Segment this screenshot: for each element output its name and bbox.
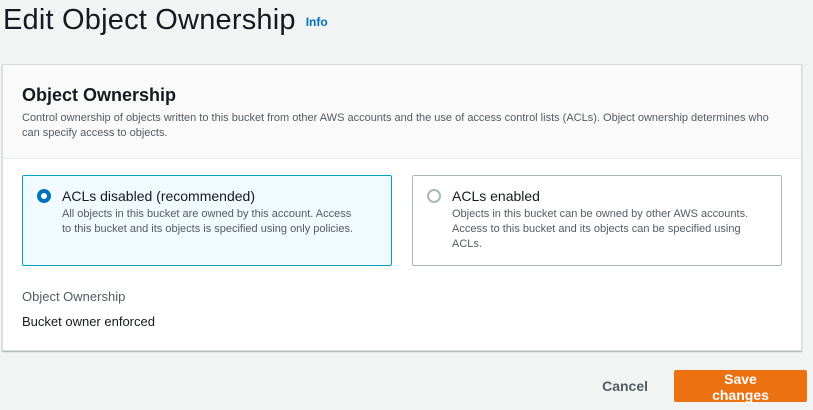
ownership-summary: Object Ownership Bucket owner enforced [22,289,155,330]
page-header: Edit Object Ownership Info [3,0,328,40]
object-ownership-panel: Object Ownership Control ownership of ob… [2,64,802,351]
panel-header: Object Ownership Control ownership of ob… [3,65,801,159]
form-actions: Cancel Save changes [586,370,807,403]
cancel-button[interactable]: Cancel [586,370,664,402]
option-description: Objects in this bucket can be owned by o… [452,208,749,250]
save-changes-button[interactable]: Save changes [674,370,807,403]
ownership-value: Bucket owner enforced [22,314,155,329]
option-acls-disabled[interactable]: ACLs disabled (recommended) All objects … [22,175,392,266]
section-description: Control ownership of objects written to … [22,112,769,139]
page-title: Edit Object Ownership [3,4,296,36]
ownership-options: ACLs disabled (recommended) All objects … [22,175,782,266]
option-description: All objects in this bucket are owned by … [62,208,354,235]
page: Edit Object Ownership Info Object Owners… [0,0,813,410]
section-title: Object Ownership [22,85,177,105]
radio-unselected-icon[interactable] [427,189,441,203]
radio-selected-icon[interactable] [37,189,51,203]
ownership-key: Object Ownership [22,289,126,304]
info-link[interactable]: Info [306,15,328,29]
option-label: ACLs disabled (recommended) [62,188,255,204]
option-acls-enabled[interactable]: ACLs enabled Objects in this bucket can … [412,175,782,266]
option-label: ACLs enabled [452,188,540,204]
